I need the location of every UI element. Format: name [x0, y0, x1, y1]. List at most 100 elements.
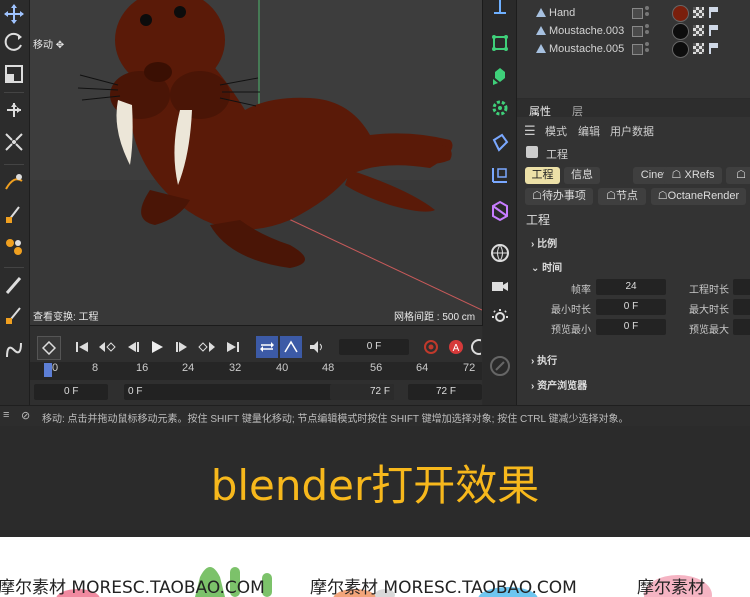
viewport-scene [77, 0, 482, 311]
timeline: 0 F A 0 8 16 24 32 40 48 56 64 72 0 F 0 … [30, 326, 482, 405]
uv-tag-icon[interactable] [693, 7, 704, 18]
joint-icon [536, 44, 546, 53]
more-icon[interactable] [470, 336, 482, 358]
menu-mode[interactable]: 模式 [545, 123, 567, 139]
object-label: Hand [549, 7, 576, 19]
sound-icon[interactable] [306, 336, 328, 358]
object-row-hand[interactable]: Hand [517, 4, 750, 22]
fps-field[interactable]: 24 [596, 279, 666, 295]
object-row-moustache-005[interactable]: Moustache.005 [517, 40, 750, 58]
status-message: 移动: 点击并拖动鼠标移动元素。按住 SHIFT 键量化移动; 节点编辑模式时按… [42, 414, 629, 425]
min-time-field[interactable]: 0 F [596, 299, 666, 315]
section-execute[interactable]: › 执行 [531, 352, 557, 367]
tab-project[interactable]: 工程 [525, 167, 560, 184]
project-length-field[interactable] [733, 279, 750, 295]
lock-icon: ☖ [606, 190, 616, 202]
visibility-toggle[interactable] [632, 8, 643, 19]
lock-icon: ☖ [657, 190, 668, 202]
tab-layers[interactable]: 层 [572, 103, 583, 119]
tab-xrefs[interactable]: ☖ XRefs [664, 167, 722, 184]
material-tag-icon[interactable] [672, 41, 689, 58]
next-key-icon[interactable] [196, 336, 218, 358]
tab-todo[interactable]: ☖待办事项 [525, 188, 593, 205]
move-tool-icon[interactable] [1, 1, 27, 27]
render-dots-icon[interactable] [645, 24, 649, 36]
visibility-toggle[interactable] [632, 44, 643, 55]
uv-tag-icon[interactable] [693, 25, 704, 36]
deformer-icon[interactable] [487, 130, 512, 155]
prev-key-icon[interactable] [96, 336, 118, 358]
cube-icon[interactable] [487, 30, 512, 55]
go-to-start-icon[interactable] [71, 336, 93, 358]
tab-octane[interactable]: ☖OctaneRender [651, 188, 746, 205]
tick-label: 32 [229, 362, 242, 374]
3d-viewport[interactable]: 移动 ✥ 查看变换: 工程 网格间距 : 500 cm [30, 0, 483, 326]
end-frame-field[interactable]: 72 F [408, 384, 482, 400]
object-label: Moustache.003 [549, 25, 625, 37]
tab-info[interactable]: 信息 [564, 167, 600, 184]
paint-icon[interactable] [1, 301, 27, 327]
brush-icon[interactable] [1, 272, 27, 298]
tab-overflow[interactable]: ☖ [726, 167, 750, 184]
uv-tag-icon[interactable] [693, 43, 704, 54]
selection-tag-icon[interactable] [709, 7, 722, 18]
menu-edit[interactable]: 编辑 [578, 123, 600, 139]
effector-gear-icon[interactable] [487, 95, 512, 120]
field-icon[interactable] [487, 162, 512, 187]
time-label: 时间 [542, 263, 563, 274]
preview-max-field[interactable] [733, 319, 750, 335]
transform-icon[interactable] [1, 129, 27, 155]
max-time-field[interactable] [733, 299, 750, 315]
edit-pencil-icon[interactable] [487, 353, 512, 378]
section-time[interactable]: ⌄ 时间 [531, 259, 562, 274]
prev-frame-icon[interactable] [122, 336, 144, 358]
light-icon[interactable] [487, 305, 512, 330]
scale-tool-icon[interactable] [1, 61, 27, 87]
polygon-pen-icon[interactable] [1, 234, 27, 260]
tab-attributes[interactable]: 属性 [529, 103, 551, 119]
loop-icon[interactable] [256, 336, 278, 358]
object-row-moustache-003[interactable]: Moustache.003 [517, 22, 750, 40]
current-frame-field[interactable]: 0 F [339, 339, 409, 355]
null-object-icon[interactable] [487, 0, 512, 19]
material-tag-icon[interactable] [672, 5, 689, 22]
autokey-icon[interactable] [280, 336, 302, 358]
preview-min-field[interactable]: 0 F [596, 319, 666, 335]
render-dots-icon[interactable] [645, 6, 649, 18]
spline-tool-icon[interactable] [1, 337, 27, 363]
scale-label: 比例 [537, 239, 558, 250]
hamburger-menu-icon[interactable]: ☰ [524, 123, 536, 139]
camera-icon[interactable] [487, 273, 512, 298]
lock-icon: ☖ [736, 169, 746, 181]
keyframe-diamond-icon[interactable] [37, 336, 61, 360]
rotate-tool-icon[interactable] [1, 29, 27, 55]
autokey-record-icon[interactable]: A [445, 336, 467, 358]
menu-lines-icon[interactable]: ≡ [3, 409, 9, 421]
globe-icon[interactable] [487, 240, 512, 265]
tab-nodes[interactable]: ☖节点 [598, 188, 646, 205]
svg-text:A: A [453, 343, 460, 354]
selection-tag-icon[interactable] [709, 43, 722, 54]
menu-user-data[interactable]: 用户数据 [610, 123, 654, 139]
spline-pen-icon[interactable] [1, 170, 27, 196]
go-to-end-icon[interactable] [222, 336, 244, 358]
next-frame-icon[interactable] [171, 336, 193, 358]
start-frame-field[interactable]: 0 F [34, 384, 108, 400]
sketch-icon[interactable] [1, 200, 27, 226]
material-tag-icon[interactable] [672, 23, 689, 40]
mograph-icon[interactable] [487, 63, 512, 88]
section-asset-browser[interactable]: › 资产浏览器 [531, 377, 587, 392]
section-scale[interactable]: › 比例 [531, 235, 557, 250]
play-icon[interactable] [146, 336, 168, 358]
project-length-label: 工程时长 [689, 285, 729, 296]
record-icon[interactable] [420, 336, 442, 358]
selection-tag-icon[interactable] [709, 25, 722, 36]
scene-icon[interactable] [487, 198, 512, 223]
visibility-toggle[interactable] [632, 26, 643, 37]
tick-label: 40 [276, 362, 289, 374]
move-axis-icon[interactable] [1, 97, 27, 123]
render-dots-icon[interactable] [645, 42, 649, 54]
playhead[interactable] [44, 363, 52, 377]
preview-end-field[interactable]: 72 F [330, 384, 394, 400]
xrefs-label: XRefs [684, 169, 715, 181]
